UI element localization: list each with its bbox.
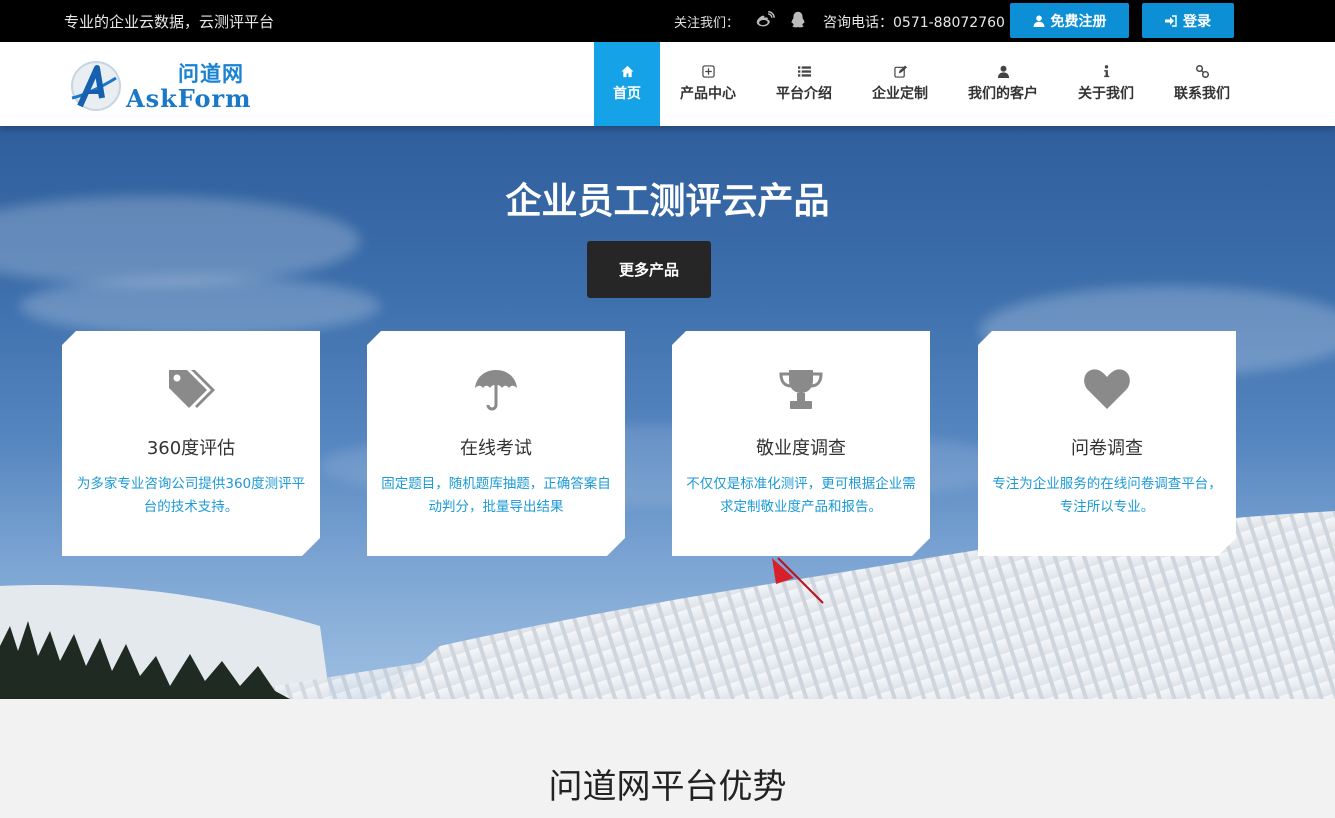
edit-icon [893,65,907,78]
plus-square-icon [701,65,715,78]
register-button[interactable]: 免费注册 [1010,3,1129,38]
card-title: 敬业度调查 [756,438,846,459]
nav-item-custom[interactable]: 企业定制 [860,42,940,126]
card-title: 问卷调查 [1071,438,1143,459]
top-bar: 专业的企业云数据，云测评平台 关注我们： 咨询电话：0571-88072760 … [0,0,1335,42]
trophy-icon [672,367,930,413]
slogan: 专业的企业云数据，云测评平台 [64,13,275,31]
nav-item-products[interactable]: 产品中心 [668,42,748,126]
list-icon [797,66,811,77]
advantages-section: 问道网平台优势 [0,699,1335,818]
feature-card[interactable]: 在线考试 固定题目，随机题库抽题，正确答案自动判分，批量导出结果 [367,331,625,556]
nav-label: 产品中心 [680,86,736,102]
register-label: 免费注册 [1050,13,1107,30]
main-header: 问道网 AskForm 首页 产品中心 平台介绍 企业定制 我们的客户 关于我们… [0,42,1335,126]
nav-item-contact[interactable]: 联系我们 [1162,42,1242,126]
qq-icon[interactable] [787,9,809,31]
nav-label: 我们的客户 [968,86,1038,102]
card-title: 在线考试 [460,438,532,459]
logo-en-text: AskForm [126,84,252,113]
nav-label: 平台介绍 [776,86,832,102]
umbrella-icon [367,367,625,413]
section-title: 问道网平台优势 [548,767,787,807]
card-description: 不仅仅是标准化测评，更可根据企业需求定制敬业度产品和报告。 [686,476,916,515]
login-button[interactable]: 登录 [1142,3,1234,38]
card-description: 为多家专业咨询公司提供360度测评平台的技术支持。 [76,476,306,515]
login-label: 登录 [1183,13,1211,30]
card-description: 专注为企业服务的在线问卷调查平台，专注所以专业。 [992,476,1222,515]
feature-card[interactable]: 问卷调查 专注为企业服务的在线问卷调查平台，专注所以专业。 [978,331,1236,556]
nav-item-customers[interactable]: 我们的客户 [956,42,1050,126]
info-icon [1103,65,1109,78]
card-title: 360度评估 [146,438,236,459]
hero-banner: 企业员工测评云产品 更多产品 360度评估 为多家专业咨询公司提供360度测评平… [0,126,1335,699]
tags-icon [62,367,320,413]
follow-label: 关注我们： [674,16,740,31]
hero-title: 企业员工测评云产品 [505,181,830,222]
nav-label: 关于我们 [1078,86,1134,102]
user-icon [1033,15,1044,27]
weibo-icon[interactable] [754,9,776,31]
card-description: 固定题目，随机题库抽题，正确答案自动判分，批量导出结果 [381,476,611,515]
nav-label: 企业定制 [872,86,928,102]
nav-item-about[interactable]: 关于我们 [1066,42,1146,126]
nav-item-home[interactable]: 首页 [594,42,660,126]
more-products-button[interactable]: 更多产品 [587,241,711,298]
logo-mark-icon [71,61,121,111]
nav-item-platform[interactable]: 平台介绍 [764,42,844,126]
phone-number: 咨询电话：0571-88072760 [823,15,1005,31]
user-icon [997,65,1009,78]
nav-label: 联系我们 [1174,86,1230,102]
logo[interactable]: 问道网 AskForm [66,58,256,114]
nav-label: 首页 [613,86,641,102]
sign-in-icon [1165,14,1177,27]
heart-icon [978,367,1236,413]
home-icon [620,65,634,78]
feature-card[interactable]: 敬业度调查 不仅仅是标准化测评，更可根据企业需求定制敬业度产品和报告。 [672,331,930,556]
feature-card[interactable]: 360度评估 为多家专业咨询公司提供360度测评平台的技术支持。 [62,331,320,556]
link-icon [1195,65,1209,78]
